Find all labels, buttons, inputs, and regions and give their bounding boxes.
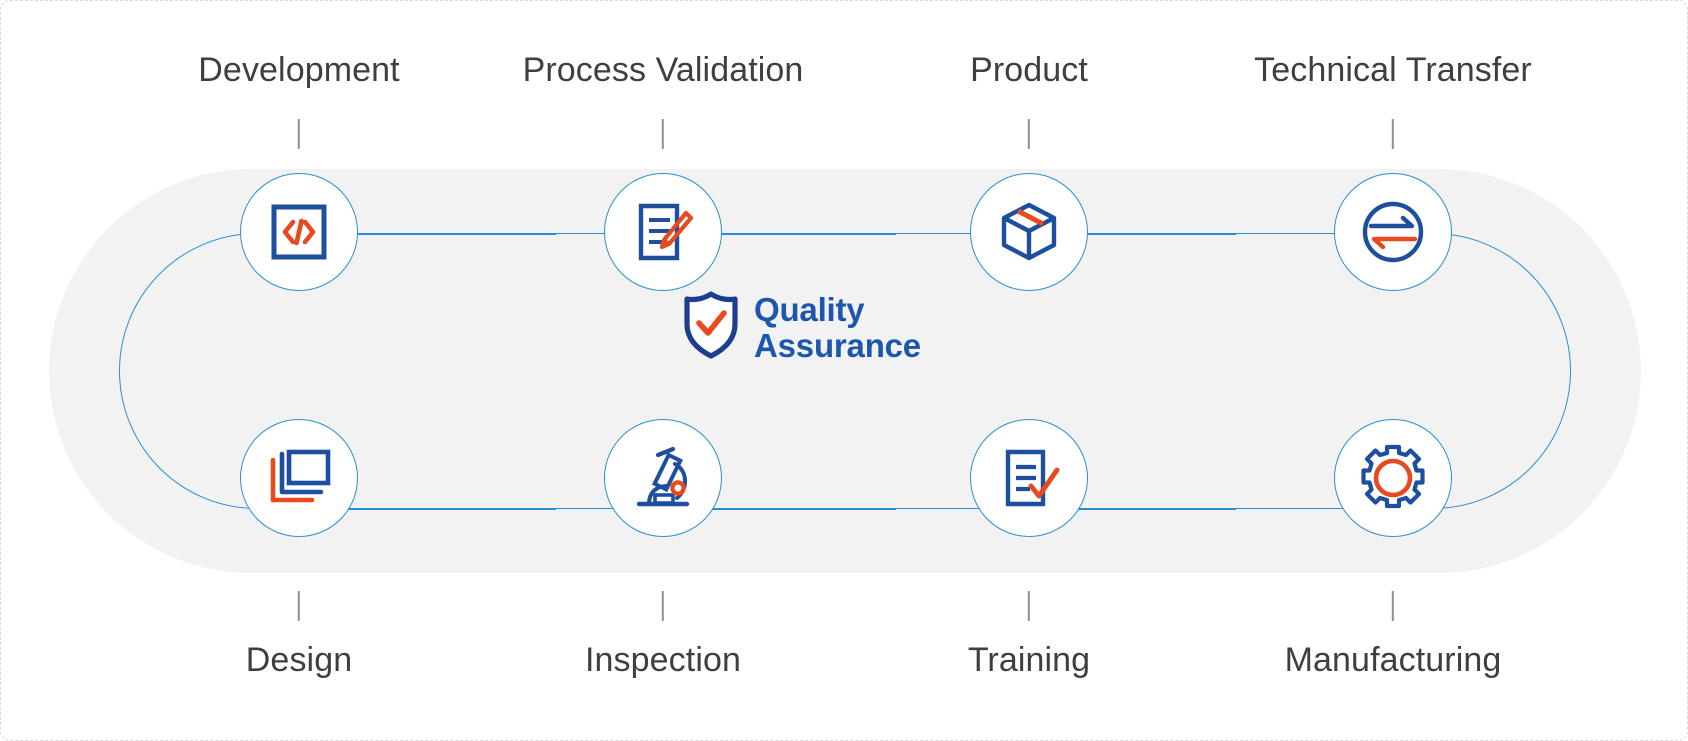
tick-manufacturing [1391, 591, 1395, 621]
node-product[interactable] [970, 173, 1088, 291]
node-development[interactable] [240, 173, 358, 291]
connector-top-1 [336, 233, 556, 235]
label-inspection: Inspection [585, 641, 741, 679]
tick-process-validation [661, 119, 665, 149]
shield-check-icon [682, 290, 740, 365]
node-training[interactable] [970, 419, 1088, 537]
label-manufacturing: Manufacturing [1284, 641, 1502, 679]
label-design: Design [245, 641, 353, 679]
node-design[interactable] [240, 419, 358, 537]
tick-product [1027, 119, 1031, 149]
tick-development [297, 119, 301, 149]
qa-line-2: Assurance [754, 326, 921, 364]
tick-inspection [661, 591, 665, 621]
checklist-check-icon [997, 446, 1061, 510]
diagram-canvas: Development Process Validation Product T… [0, 0, 1688, 741]
node-manufacturing[interactable] [1334, 419, 1452, 537]
tick-training [1027, 591, 1031, 621]
label-technical-transfer: Technical Transfer [1254, 51, 1532, 89]
node-process-validation[interactable] [604, 173, 722, 291]
label-process-validation: Process Validation [522, 51, 804, 89]
tick-design [297, 591, 301, 621]
node-inspection[interactable] [604, 419, 722, 537]
connector-bottom-1 [336, 508, 556, 510]
qa-line-1: Quality [754, 291, 865, 329]
label-training: Training [967, 641, 1091, 679]
document-pencil-icon [631, 200, 695, 264]
package-box-icon [997, 200, 1061, 264]
microscope-icon [631, 446, 695, 510]
quality-assurance-logo: Quality Assurance [682, 290, 921, 365]
label-product: Product [970, 51, 1088, 89]
transfer-arrows-icon [1359, 198, 1427, 266]
node-technical-transfer[interactable] [1334, 173, 1452, 291]
code-brackets-icon [268, 201, 330, 263]
gear-icon [1359, 444, 1427, 512]
label-development: Development [198, 51, 400, 89]
tick-technical-transfer [1391, 119, 1395, 149]
stacked-screens-icon [266, 448, 332, 508]
